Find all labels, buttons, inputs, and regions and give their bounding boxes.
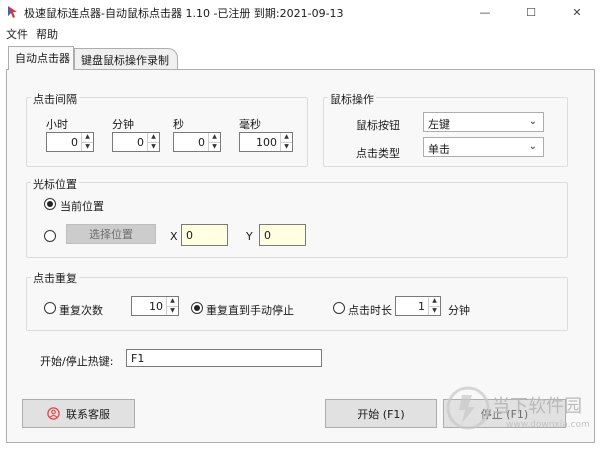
click-duration-value[interactable]: 1	[396, 297, 428, 315]
chevron-down-icon: ⌄	[528, 116, 537, 127]
window-title: 极速鼠标连点器-自动鼠标点击器 1.10 -已注册 到期:2021-09-13	[24, 7, 344, 20]
seconds-value[interactable]: 0	[174, 133, 208, 151]
repeat-count-down-icon[interactable]: ▼	[167, 305, 178, 316]
milliseconds-up-icon[interactable]: ▲	[281, 133, 292, 142]
tab-recorder[interactable]: 键盘鼠标操作录制	[74, 48, 178, 69]
minutes-label: 分钟	[112, 118, 134, 131]
chevron-down-icon: ⌄	[528, 141, 537, 152]
milliseconds-value[interactable]: 100	[240, 133, 280, 151]
repeat-group-title: 点击重复	[31, 270, 79, 286]
start-button[interactable]: 开始 (F1)	[325, 399, 437, 428]
cursor-group-title: 光标位置	[31, 176, 79, 192]
mouse-button-value: 左键	[428, 118, 450, 131]
close-button[interactable]: ✕	[554, 0, 600, 24]
title-bar: 极速鼠标连点器-自动鼠标点击器 1.10 -已注册 到期:2021-09-13 …	[0, 0, 600, 24]
pick-position-button[interactable]: 选择位置	[66, 224, 156, 244]
mouse-button-label: 鼠标按钮	[356, 119, 400, 132]
click-duration-down-icon[interactable]: ▼	[429, 305, 440, 316]
interval-group-title: 点击间隔	[31, 91, 79, 107]
hours-up-icon[interactable]: ▲	[82, 133, 93, 142]
click-duration-up-icon[interactable]: ▲	[429, 297, 440, 306]
click-duration-unit: 分钟	[448, 304, 470, 317]
contact-support-label: 联系客服	[66, 407, 110, 421]
minutes-value[interactable]: 0	[113, 133, 147, 151]
repeat-count-radio[interactable]	[44, 302, 56, 314]
y-label: Y	[246, 230, 253, 243]
click-duration-label: 点击时长	[348, 304, 392, 317]
user-icon	[47, 407, 60, 420]
hotkey-input[interactable]: F1	[126, 349, 322, 367]
x-label: X	[170, 230, 178, 243]
contact-support-button[interactable]: 联系客服	[22, 399, 135, 428]
watermark-url: www.downxia.com	[506, 420, 590, 430]
click-type-value: 单击	[428, 143, 450, 156]
milliseconds-down-icon[interactable]: ▼	[281, 141, 292, 152]
current-position-radio[interactable]	[44, 198, 56, 210]
hotkey-label: 开始/停止热键:	[40, 355, 114, 368]
x-coordinate-input[interactable]: 0	[181, 224, 228, 246]
watermark-logo-icon	[446, 386, 490, 430]
click-duration-radio[interactable]	[333, 302, 345, 314]
repeat-count-up-icon[interactable]: ▲	[167, 297, 178, 306]
maximize-button[interactable]: ☐	[508, 0, 554, 24]
minimize-button[interactable]: —	[462, 0, 508, 24]
minutes-stepper[interactable]: 0 ▲ ▼	[112, 132, 160, 152]
click-duration-stepper[interactable]: 1 ▲ ▼	[395, 296, 441, 316]
click-type-select[interactable]: 单击 ⌄	[423, 137, 544, 157]
current-position-label: 当前位置	[60, 200, 104, 213]
seconds-up-icon[interactable]: ▲	[209, 133, 220, 142]
repeat-count-label: 重复次数	[59, 304, 103, 317]
mouse-group-title: 鼠标操作	[328, 91, 376, 107]
cursor-group	[26, 182, 568, 258]
hours-stepper[interactable]: 0 ▲ ▼	[46, 132, 94, 152]
milliseconds-stepper[interactable]: 100 ▲ ▼	[239, 132, 293, 152]
repeat-until-stop-label: 重复直到手动停止	[206, 304, 294, 317]
y-coordinate-input[interactable]: 0	[259, 224, 306, 246]
repeat-count-stepper[interactable]: 10 ▲ ▼	[131, 296, 179, 316]
hours-label: 小时	[46, 118, 68, 131]
seconds-stepper[interactable]: 0 ▲ ▼	[173, 132, 221, 152]
mouse-button-select[interactable]: 左键 ⌄	[423, 112, 544, 132]
repeat-count-value[interactable]: 10	[132, 297, 166, 315]
hours-down-icon[interactable]: ▼	[82, 141, 93, 152]
tab-auto-clicker[interactable]: 自动点击器	[8, 46, 74, 70]
hours-value[interactable]: 0	[47, 133, 81, 151]
app-cursor-icon	[8, 6, 17, 18]
pick-position-radio[interactable]	[44, 230, 56, 242]
repeat-until-stop-radio[interactable]	[191, 302, 203, 314]
menu-help[interactable]: 帮助	[36, 26, 58, 42]
milliseconds-label: 毫秒	[239, 118, 261, 131]
seconds-label: 秒	[173, 118, 184, 131]
menu-file[interactable]: 文件	[6, 26, 28, 42]
menu-bar: 文件 帮助	[0, 24, 600, 42]
watermark-text: 当下软件园	[492, 396, 582, 417]
minutes-up-icon[interactable]: ▲	[148, 133, 159, 142]
click-type-label: 点击类型	[356, 147, 400, 160]
repeat-group	[26, 277, 568, 331]
minutes-down-icon[interactable]: ▼	[148, 141, 159, 152]
seconds-down-icon[interactable]: ▼	[209, 141, 220, 152]
